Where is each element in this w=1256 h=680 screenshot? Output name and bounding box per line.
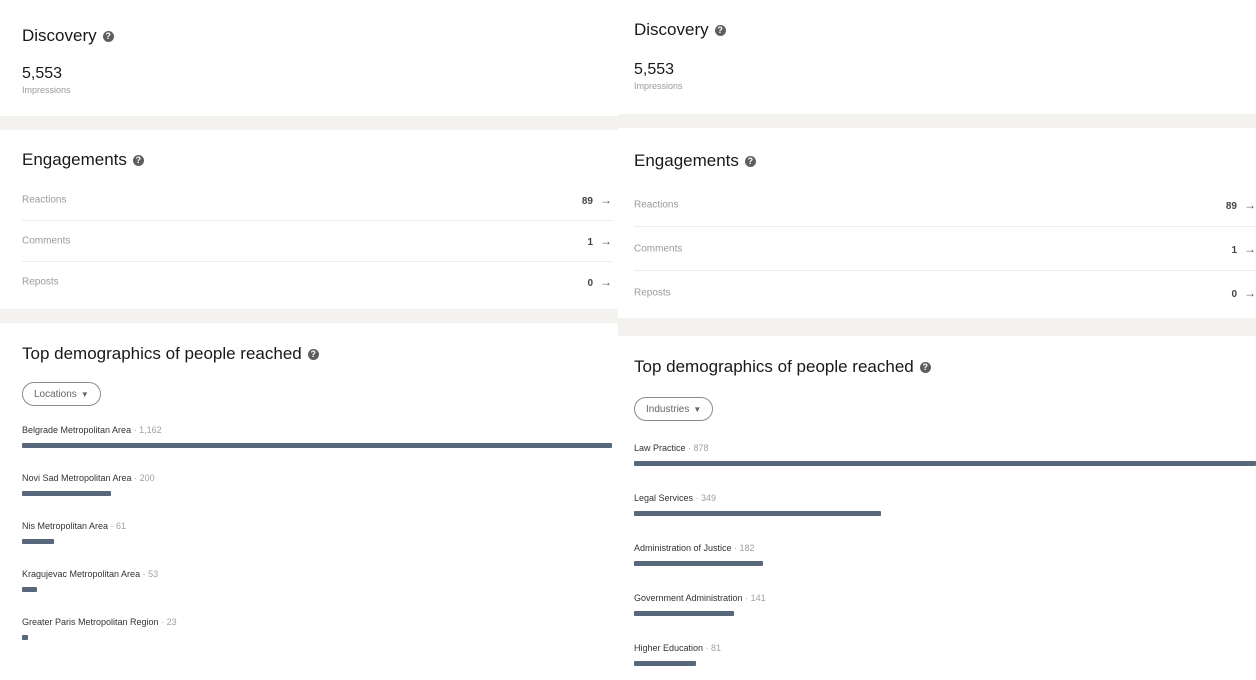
- demographic-name: Belgrade Metropolitan Area: [22, 425, 132, 435]
- demographic-bar: [22, 539, 54, 544]
- demographic-separator: ·: [108, 521, 117, 531]
- demographic-name: Government Administration: [634, 593, 743, 603]
- demographic-bar: [634, 661, 696, 666]
- demographic-label: Greater Paris Metropolitan Region · 23: [22, 617, 612, 627]
- demographic-item: Belgrade Metropolitan Area · 1,162: [22, 425, 612, 455]
- demographic-item: Administration of Justice · 182: [634, 543, 1256, 573]
- demographic-separator: ·: [703, 643, 712, 653]
- demographic-item: Legal Services · 349: [634, 493, 1256, 523]
- demographic-label: Nis Metropolitan Area · 61: [22, 521, 612, 531]
- demographic-bar: [634, 611, 734, 616]
- demographic-separator: ·: [158, 617, 167, 627]
- demographic-bar: [634, 561, 763, 566]
- demographic-label: Administration of Justice · 182: [634, 543, 1256, 553]
- demographic-item: Higher Education · 81: [634, 643, 1256, 673]
- demographic-separator: ·: [131, 473, 140, 483]
- demographic-label: Belgrade Metropolitan Area · 1,162: [22, 425, 612, 435]
- demographic-name: Nis Metropolitan Area: [22, 521, 109, 531]
- demographic-item: Novi Sad Metropolitan Area · 200: [22, 473, 612, 503]
- demographic-name: Legal Services: [634, 493, 694, 503]
- demographic-name: Novi Sad Metropolitan Area: [22, 473, 132, 483]
- demographic-count: 182: [739, 543, 755, 553]
- demographic-item: Greater Paris Metropolitan Region · 23: [22, 617, 612, 647]
- demographic-count: 61: [116, 521, 127, 531]
- demographic-label: Kragujevac Metropolitan Area · 53: [22, 569, 612, 579]
- demographic-label: Law Practice · 878: [634, 443, 1256, 453]
- demographic-count: 349: [701, 493, 717, 503]
- demographics-list: Belgrade Metropolitan Area · 1,162 Novi S…: [0, 0, 618, 680]
- demographic-separator: ·: [693, 493, 702, 503]
- demographic-label: Legal Services · 349: [634, 493, 1256, 503]
- demographic-item: Law Practice · 878: [634, 443, 1256, 473]
- demographic-separator: ·: [685, 443, 694, 453]
- demographic-separator: ·: [742, 593, 751, 603]
- demographic-bar: [22, 635, 28, 640]
- analytics-panel-right: Discovery? 5,553 Impressions Engagements…: [618, 0, 1256, 680]
- demographic-count: 23: [166, 617, 177, 627]
- demographic-name: Higher Education: [634, 643, 704, 653]
- demographic-bar: [22, 587, 37, 592]
- demographic-count: 81: [711, 643, 722, 653]
- demographic-item: Kragujevac Metropolitan Area · 53: [22, 569, 612, 599]
- demographic-count: 141: [750, 593, 766, 603]
- demographic-count: 878: [693, 443, 709, 453]
- demographic-item: Government Administration · 141: [634, 593, 1256, 623]
- demographic-label: Higher Education · 81: [634, 643, 1256, 653]
- demographic-label: Government Administration · 141: [634, 593, 1256, 603]
- demographic-count: 1,162: [139, 425, 162, 435]
- demographics-list: Law Practice · 878 Legal Services · 349 Ad…: [618, 0, 1256, 680]
- demographic-count: 53: [148, 569, 159, 579]
- analytics-panel-left: Discovery? 5,553 Impressions Engagements…: [0, 0, 618, 680]
- demographic-label: Novi Sad Metropolitan Area · 200: [22, 473, 612, 483]
- demographic-bar: [22, 491, 111, 496]
- demographic-separator: ·: [140, 569, 149, 579]
- demographic-separator: ·: [131, 425, 140, 435]
- demographic-item: Nis Metropolitan Area · 61: [22, 521, 612, 551]
- demographic-name: Law Practice: [634, 443, 686, 453]
- demographic-count: 200: [139, 473, 155, 483]
- demographic-separator: ·: [731, 543, 740, 553]
- demographic-bar: [634, 511, 881, 516]
- demographic-bar: [634, 461, 1256, 466]
- demographic-name: Administration of Justice: [634, 543, 732, 553]
- demographic-bar: [22, 443, 612, 448]
- demographic-name: Greater Paris Metropolitan Region: [22, 617, 159, 627]
- demographic-name: Kragujevac Metropolitan Area: [22, 569, 141, 579]
